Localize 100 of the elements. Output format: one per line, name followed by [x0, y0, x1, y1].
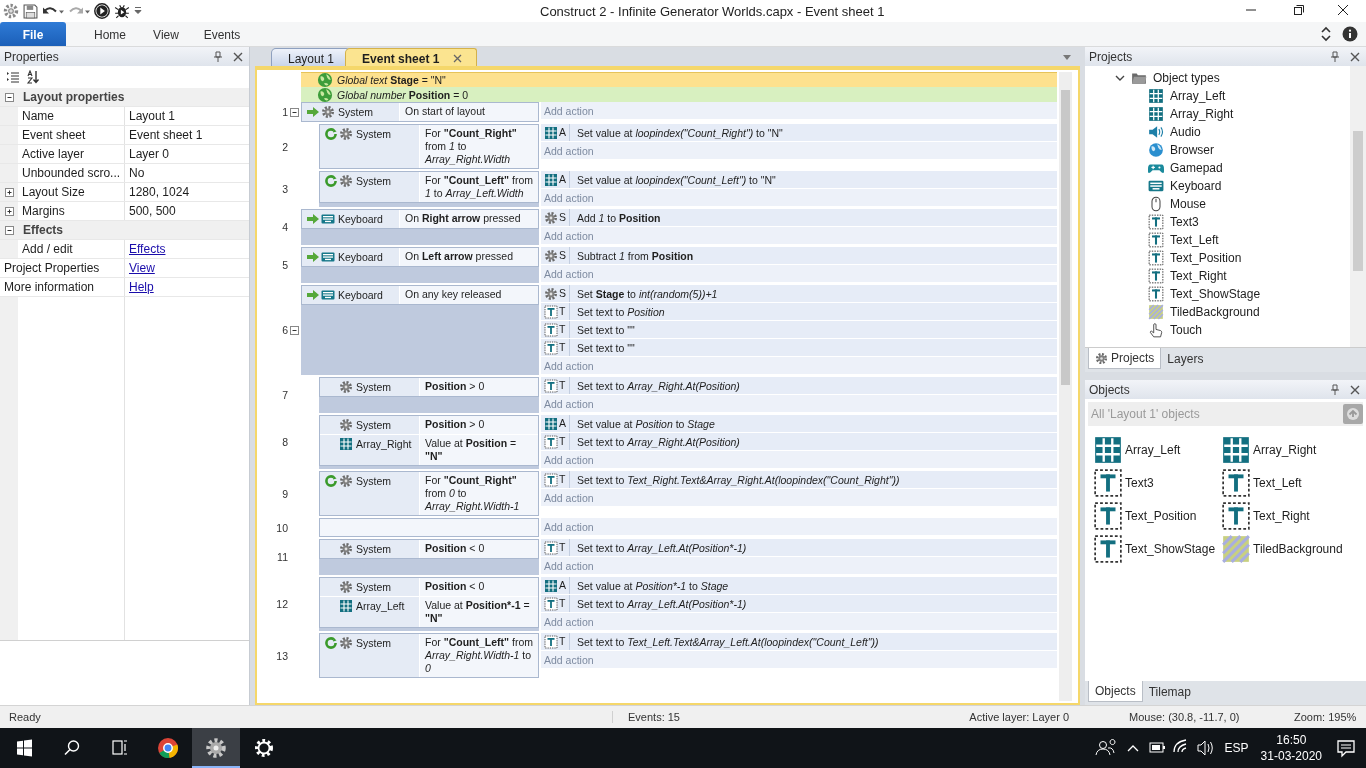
- condition-block[interactable]: System On start of layout: [301, 102, 539, 122]
- save-icon[interactable]: [23, 3, 38, 19]
- ribbon-tab[interactable]: Home: [82, 22, 138, 46]
- object-item[interactable]: Text_Left: [1253, 475, 1302, 490]
- global-variable[interactable]: Global number Position = 0: [337, 88, 469, 101]
- close-icon[interactable]: [233, 51, 243, 62]
- pin-icon[interactable]: [213, 50, 223, 63]
- gear-app-icon[interactable]: [192, 728, 240, 768]
- property-value[interactable]: Layout 1: [125, 107, 249, 125]
- categorized-list-icon[interactable]: [6, 70, 20, 84]
- keyboard-icon: [321, 250, 335, 264]
- collapse-toggle[interactable]: [4, 92, 14, 102]
- panel-tab[interactable]: Objects: [1088, 681, 1143, 702]
- tree-item[interactable]: Mouse: [1170, 197, 1207, 211]
- action-text[interactable]: Set value at loopindex("Count_Right") to "N": [577, 126, 783, 139]
- expand-toggle[interactable]: [4, 206, 14, 216]
- panel-tab[interactable]: Tilemap: [1142, 681, 1197, 702]
- condition-block[interactable]: System Position < 0 Array_Left Value at Position*-1 = "N": [319, 577, 539, 628]
- action-text[interactable]: Set text to Array_Left.At(Position*-1): [577, 541, 747, 554]
- bug-icon[interactable]: [114, 3, 130, 19]
- condition-block[interactable]: System Position < 0: [319, 539, 539, 559]
- scrollbar[interactable]: [1059, 72, 1072, 701]
- tree-item[interactable]: Text_Position: [1170, 251, 1242, 265]
- object-item[interactable]: Text_Position: [1125, 508, 1197, 523]
- condition-block[interactable]: Keyboard On any key released: [301, 285, 539, 305]
- tree-item[interactable]: Gamepad: [1170, 161, 1223, 175]
- panel-tab[interactable]: Layers: [1161, 348, 1210, 369]
- scrollbar[interactable]: [1350, 66, 1366, 347]
- object-item[interactable]: Text_Right: [1253, 508, 1310, 523]
- file-menu-button[interactable]: File: [0, 22, 66, 46]
- property-value[interactable]: 1280, 1024: [125, 183, 249, 201]
- action-text[interactable]: Set text to Array_Left.At(Position*-1): [577, 597, 747, 610]
- object-item[interactable]: Array_Right: [1253, 442, 1317, 457]
- condition-block[interactable]: System For "Count_Right" from 1 to Array_Right.Width: [319, 124, 539, 169]
- info-icon[interactable]: [1342, 26, 1358, 42]
- gear-icon[interactable]: [3, 3, 19, 19]
- clock-date[interactable]: 31-03-2020: [1260, 748, 1322, 764]
- action-text[interactable]: Set value at Position*-1 to Stage: [577, 579, 729, 592]
- condition-block[interactable]: System Position > 0: [319, 377, 539, 397]
- document-tab[interactable]: Event sheet 1: [345, 48, 478, 66]
- collapse-toggle[interactable]: [290, 325, 299, 335]
- ribbon-tab[interactable]: Events: [194, 22, 250, 46]
- dropdown-icon[interactable]: [1062, 52, 1072, 61]
- action-text[interactable]: Set text to "": [577, 341, 635, 354]
- tree-item[interactable]: Browser: [1170, 143, 1214, 157]
- action-text[interactable]: Set text to "": [577, 323, 635, 336]
- chevron-icon[interactable]: [1320, 26, 1332, 42]
- collapse-toggle[interactable]: [4, 225, 14, 235]
- clock-time[interactable]: 16:50: [1276, 732, 1307, 748]
- tree-item[interactable]: Text_Right: [1170, 269, 1227, 283]
- condition-block[interactable]: System For "Count_Left" from Array_Right.Width-1 to 0: [319, 633, 539, 678]
- collapse-toggle[interactable]: [290, 107, 299, 117]
- property-value[interactable]: 500, 500: [125, 202, 249, 220]
- action-text[interactable]: Set text to Position: [577, 305, 665, 318]
- pin-icon[interactable]: [1330, 50, 1340, 63]
- play-icon[interactable]: [94, 3, 110, 19]
- property-value[interactable]: Event sheet 1: [125, 126, 249, 144]
- action-text[interactable]: Set text to Array_Right.At(Position): [577, 379, 740, 392]
- action-text[interactable]: Subtract 1 from Position: [577, 249, 694, 262]
- condition-block[interactable]: System For "Count_Right" from 0 to Array_Right.Width-1: [319, 471, 539, 516]
- tree-item[interactable]: Text_Left: [1170, 233, 1219, 247]
- pin-icon[interactable]: [1330, 383, 1340, 396]
- close-icon[interactable]: [1350, 384, 1360, 395]
- action-text[interactable]: Set text to Array_Right.At(Position): [577, 435, 740, 448]
- condition-block[interactable]: System Position > 0 Array_Right Value at Position = "N": [319, 415, 539, 466]
- object-item[interactable]: Array_Left: [1125, 442, 1181, 457]
- action-text[interactable]: Add 1 to Position: [577, 211, 661, 224]
- condition-block[interactable]: System For "Count_Left" from 1 to Array_Left.Width: [319, 171, 539, 203]
- expand-toggle[interactable]: [4, 187, 14, 197]
- language-indicator[interactable]: ESP: [1216, 741, 1257, 755]
- sort-alphabetical-icon[interactable]: [26, 70, 40, 84]
- object-item[interactable]: Text_ShowStage: [1125, 541, 1216, 556]
- close-icon[interactable]: [1350, 51, 1360, 62]
- property-value[interactable]: No: [125, 164, 249, 182]
- tree-item[interactable]: Touch: [1170, 323, 1203, 337]
- object-item[interactable]: TiledBackground: [1253, 541, 1343, 556]
- tree-item[interactable]: Array_Right: [1170, 107, 1234, 121]
- tree-item[interactable]: Array_Left: [1170, 89, 1226, 103]
- object-item[interactable]: Text3: [1125, 475, 1154, 490]
- property-link[interactable]: Effects: [125, 240, 170, 258]
- property-value[interactable]: Layer 0: [125, 145, 249, 163]
- action-text[interactable]: Set value at Position to Stage: [577, 417, 715, 430]
- folder-icon: [1131, 70, 1147, 86]
- tree-item[interactable]: Object types: [1153, 71, 1220, 85]
- action-text[interactable]: Set text to Text_Left.Text&Array_Left.At(loopindex("Count_Left")): [577, 635, 879, 648]
- tree-item[interactable]: TiledBackground: [1170, 305, 1260, 319]
- tree-item[interactable]: Audio: [1170, 125, 1201, 139]
- action-text[interactable]: Set value at loopindex("Count_Left") to "N": [577, 173, 776, 186]
- tree-item[interactable]: Keyboard: [1170, 179, 1222, 193]
- property-name: More information: [0, 278, 125, 296]
- panel-tab[interactable]: Projects: [1088, 348, 1162, 369]
- condition-block[interactable]: Keyboard On Left arrow pressed: [301, 247, 539, 267]
- tree-item[interactable]: Text_ShowStage: [1170, 287, 1261, 301]
- condition-block[interactable]: Keyboard On Right arrow pressed: [301, 209, 539, 229]
- action-text[interactable]: Set text to Text_Right.Text&Array_Right.At(loopindex("Count_Right")): [577, 473, 900, 486]
- ribbon-tab[interactable]: View: [138, 22, 194, 46]
- action-text[interactable]: Set Stage to int(random(5))+1: [577, 287, 718, 300]
- global-variable[interactable]: Global text Stage = "N": [337, 74, 446, 86]
- tree-item[interactable]: Text3: [1170, 215, 1199, 229]
- chevron-down-icon[interactable]: [1115, 73, 1125, 83]
